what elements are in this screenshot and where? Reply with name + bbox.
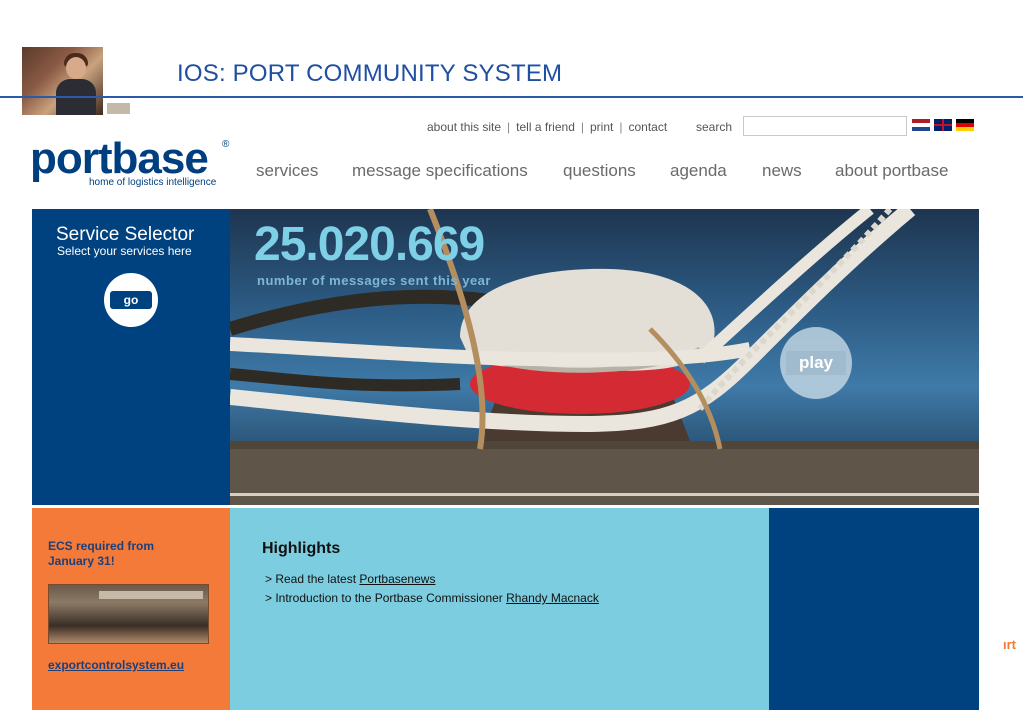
highlight-item: > Introduction to the Portbase Commissio…	[265, 591, 599, 605]
presenter-photo	[22, 47, 103, 115]
highlights-title: Highlights	[262, 540, 341, 557]
service-selector-title: Service Selector	[56, 224, 195, 245]
nav-questions[interactable]: questions	[563, 161, 636, 181]
nav-services[interactable]: services	[256, 161, 318, 181]
language-flags	[912, 119, 974, 131]
highlight-item: > Read the latest Portbasenews	[265, 572, 435, 586]
message-counter: 25.020.669	[254, 218, 485, 271]
service-selector-subtitle: Select your services here	[57, 244, 192, 258]
separator: |	[580, 120, 584, 134]
german-flag-icon[interactable]	[956, 119, 974, 131]
separator: |	[507, 120, 511, 134]
ecs-link[interactable]: exportcontrolsystem.eu	[48, 658, 184, 672]
slide-title: IOS: PORT COMMUNITY SYSTEM	[177, 60, 563, 87]
tell-a-friend-link[interactable]: tell a friend	[516, 120, 575, 134]
dutch-flag-icon[interactable]	[912, 119, 930, 131]
photo-head	[66, 57, 86, 79]
nav-agenda[interactable]: agenda	[670, 161, 727, 181]
nav-news[interactable]: news	[762, 161, 802, 181]
blue-panel	[769, 508, 979, 710]
play-button-label: play	[786, 351, 846, 375]
message-counter-caption: number of messages sent this year	[257, 273, 491, 288]
about-this-site-link[interactable]: about this site	[427, 120, 501, 134]
nav-about-portbase[interactable]: about portbase	[835, 161, 948, 181]
go-button-label: go	[110, 291, 152, 309]
registered-mark: ®	[222, 139, 230, 150]
utility-links: about this site | tell a friend | print …	[427, 120, 667, 134]
cropped-edge-text: ırt	[1003, 637, 1016, 652]
highlight-text: > Introduction to the Portbase Commissio…	[265, 591, 507, 605]
nav-message-specifications[interactable]: message specifications	[352, 161, 528, 181]
slide-divider	[0, 96, 1023, 98]
ecs-promo-image[interactable]	[48, 584, 209, 644]
logo-tagline: home of logistics intelligence	[89, 177, 217, 188]
print-link[interactable]: print	[590, 120, 613, 134]
ecs-image-banner	[99, 591, 203, 599]
search-input[interactable]	[743, 116, 907, 136]
highlight-text: > Read the latest	[265, 572, 360, 586]
go-button[interactable]: go	[104, 273, 158, 327]
portbase-logo[interactable]: portbase ® home of logistics intelligenc…	[30, 134, 229, 189]
play-button[interactable]: play	[780, 327, 852, 399]
contact-link[interactable]: contact	[628, 120, 667, 134]
portbasenews-link[interactable]: Portbasenews	[359, 572, 435, 586]
ecs-promo: ECS required from January 31! exportcont…	[32, 508, 230, 710]
ecs-title: ECS required from January 31!	[48, 539, 155, 568]
highlights-panel: Highlights > Read the latest Portbasenew…	[230, 508, 769, 710]
uk-flag-icon[interactable]	[934, 119, 952, 131]
commissioner-link[interactable]: Rhandy Macnack	[506, 591, 599, 605]
logo-wordmark: portbase	[30, 134, 209, 183]
service-selector: Service Selector Select your services he…	[32, 209, 230, 505]
separator: |	[619, 120, 623, 134]
slide-accent-block	[107, 103, 130, 114]
hero-banner: 25.020.669 number of messages sent this …	[230, 209, 979, 505]
search-label: search	[696, 120, 733, 134]
